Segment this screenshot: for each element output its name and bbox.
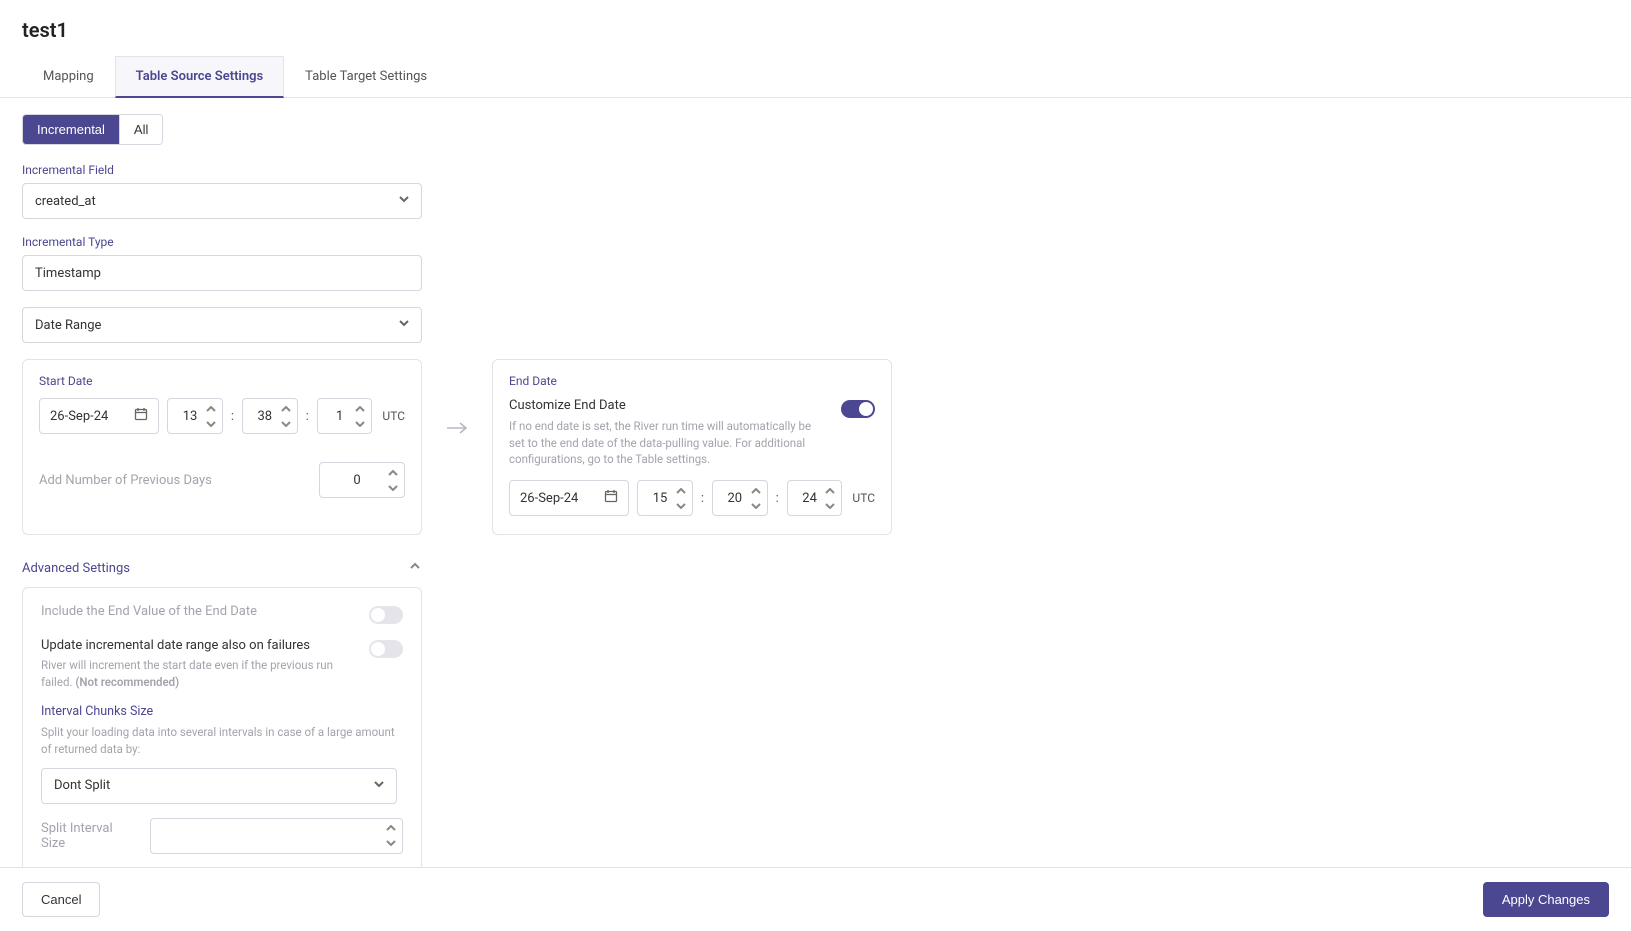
start-minute-value: 38 [257,409,272,424]
mode-incremental-button[interactable]: Incremental [23,115,119,144]
incremental-field-value: created_at [35,194,96,209]
split-interval-size-label: Split Interval Size [41,821,140,851]
mode-toggle: Incremental All [22,114,163,145]
chevron-up-icon [408,559,422,577]
prev-days-input[interactable]: 0 [319,462,405,498]
interval-chunks-title: Interval Chunks Size [41,704,403,719]
apply-changes-button[interactable]: Apply Changes [1483,882,1609,917]
spinner-up-icon[interactable] [822,483,838,498]
spinner-up-icon[interactable] [278,401,294,416]
end-tz-label: UTC [852,491,875,505]
spinner-down-icon[interactable] [385,480,401,495]
spinner-down-icon[interactable] [748,498,764,513]
prev-days-value: 0 [353,473,360,488]
tab-table-target-settings[interactable]: Table Target Settings [284,56,448,97]
spinner-down-icon[interactable] [822,498,838,513]
end-hour-input[interactable]: 15 [637,480,693,516]
update-on-failures-label: Update incremental date range also on fa… [41,638,310,653]
spinner-up-icon[interactable] [352,401,368,416]
end-hour-value: 15 [653,491,668,506]
customize-end-date-toggle[interactable] [841,400,875,418]
incremental-type-field: Timestamp [22,255,422,291]
start-hour-input[interactable]: 13 [167,398,223,434]
calendar-icon [134,407,148,425]
include-end-value-label: Include the End Value of the End Date [41,604,257,619]
start-date-card: Start Date 26-Sep-24 13 [22,359,422,535]
tab-table-source-settings[interactable]: Table Source Settings [115,56,284,98]
spinner-down-icon[interactable] [673,498,689,513]
incremental-field-label: Incremental Field [22,163,1609,177]
spinner-up-icon[interactable] [748,483,764,498]
spinner-up-icon[interactable] [383,821,399,836]
incremental-type-value: Timestamp [35,266,101,281]
date-range-value: Date Range [35,318,101,333]
incremental-type-label: Incremental Type [22,235,1609,249]
spinner-down-icon[interactable] [203,416,219,431]
advanced-settings-toggle[interactable]: Advanced Settings [22,559,422,577]
start-date-input[interactable]: 26-Sep-24 [39,398,159,434]
spinner-down-icon[interactable] [352,416,368,431]
start-tz-label: UTC [382,409,405,423]
end-minute-value: 20 [727,491,742,506]
page-title: test1 [0,0,1631,56]
spinner-down-icon[interactable] [383,836,399,851]
tabs-row: Mapping Table Source Settings Table Targ… [0,56,1631,98]
start-hour-value: 13 [183,409,198,424]
start-minute-input[interactable]: 38 [242,398,298,434]
end-second-value: 24 [802,491,817,506]
start-second-value: 1 [336,409,343,424]
incremental-field-select[interactable]: created_at [22,183,422,219]
customize-end-date-desc: If no end date is set, the River run tim… [509,418,829,468]
interval-chunks-desc: Split your loading data into several int… [41,724,403,757]
time-separator: : [306,409,309,424]
end-date-card: End Date Customize End Date If no end da… [492,359,892,535]
split-interval-size-input[interactable] [150,818,403,854]
start-date-title: Start Date [39,374,405,388]
time-separator: : [701,491,704,506]
calendar-icon [604,489,618,507]
end-date-value: 26-Sep-24 [520,491,578,506]
cancel-button[interactable]: Cancel [22,882,100,917]
interval-chunks-select[interactable]: Dont Split [41,768,397,804]
end-minute-input[interactable]: 20 [712,480,768,516]
spinner-up-icon[interactable] [673,483,689,498]
footer: Cancel Apply Changes [0,867,1631,931]
mode-all-button[interactable]: All [119,115,162,144]
end-date-input[interactable]: 26-Sep-24 [509,480,629,516]
update-on-failures-toggle[interactable] [369,640,403,658]
prev-days-label: Add Number of Previous Days [39,473,212,488]
start-second-input[interactable]: 1 [317,398,373,434]
time-separator: : [231,409,234,424]
spinner-up-icon[interactable] [203,401,219,416]
spinner-up-icon[interactable] [385,465,401,480]
customize-end-date-label: Customize End Date [509,398,829,413]
spinner-down-icon[interactable] [278,416,294,431]
tab-mapping[interactable]: Mapping [22,56,115,97]
advanced-settings-title: Advanced Settings [22,561,130,576]
end-date-title: End Date [509,374,875,388]
include-end-value-toggle[interactable] [369,606,403,624]
interval-chunks-value: Dont Split [54,778,110,793]
time-separator: : [776,491,779,506]
advanced-settings-card: Include the End Value of the End Date Up… [22,587,422,871]
date-range-select[interactable]: Date Range [22,307,422,343]
arrow-right-icon [446,359,468,535]
end-second-input[interactable]: 24 [787,480,843,516]
update-on-failures-desc: River will increment the start date even… [41,657,341,690]
start-date-value: 26-Sep-24 [50,409,108,424]
